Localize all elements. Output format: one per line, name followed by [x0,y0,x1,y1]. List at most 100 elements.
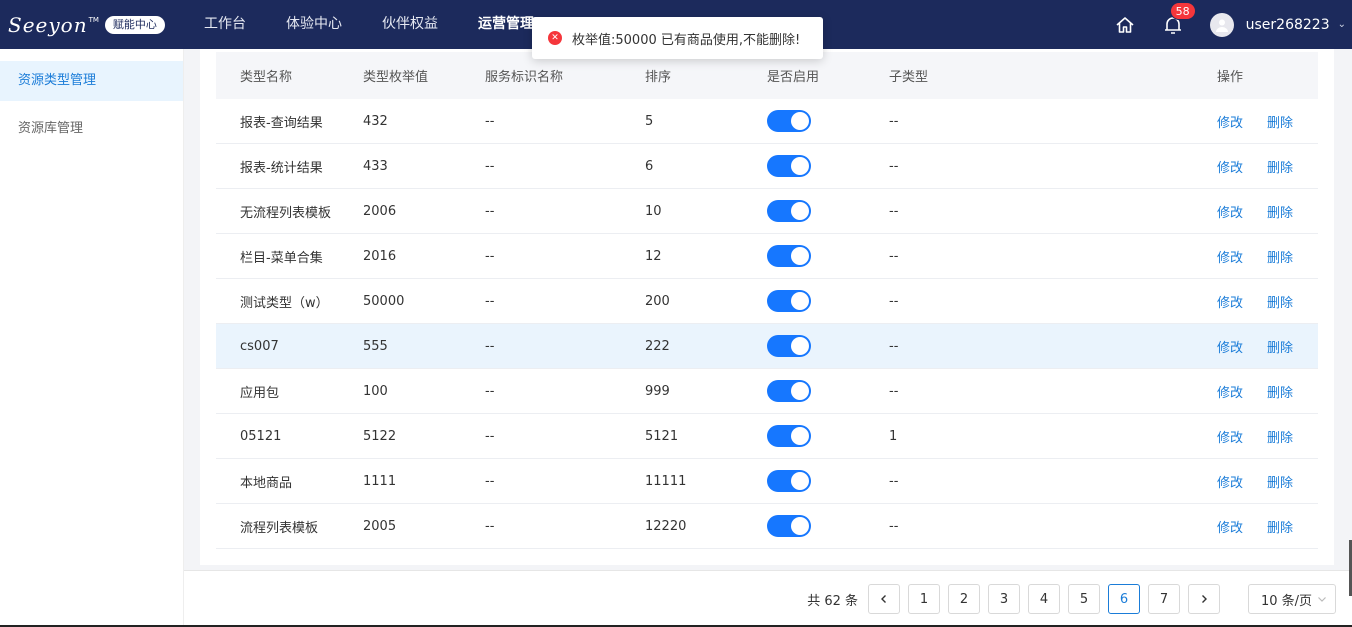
cell-actions: 修改 删除 [1217,472,1317,491]
total-count: 共 62 条 [807,593,858,609]
cell-type-name: 栏目-菜单合集 [240,250,323,266]
enabled-toggle[interactable] [767,515,811,537]
cell-enabled [767,515,889,537]
nav-item-partner[interactable]: 伙伴权益 [382,0,438,49]
page-button-4[interactable]: 4 [1028,584,1060,614]
cell-actions: 修改 删除 [1217,157,1317,176]
edit-link[interactable]: 修改 [1217,517,1243,536]
cell-type-enum: 5122 [363,428,397,444]
cell-type-name: 报表-统计结果 [240,160,323,176]
logo-tm: TM [88,15,99,24]
page-button-2[interactable]: 2 [948,584,980,614]
enabled-toggle[interactable] [767,470,811,492]
delete-link[interactable]: 删除 [1267,292,1293,311]
cell-subtype: -- [889,293,899,309]
logo-text: Seeyon [8,12,88,37]
table-row: 栏目-菜单合集 2016 -- 12 -- 修改 删除 [216,234,1318,279]
cell-type-name: 报表-查询结果 [240,115,323,131]
page-button-6[interactable]: 6 [1108,584,1140,614]
enabled-toggle[interactable] [767,425,811,447]
edit-link[interactable]: 修改 [1217,202,1243,221]
delete-link[interactable]: 删除 [1267,472,1293,491]
delete-link[interactable]: 删除 [1267,382,1293,401]
edit-link[interactable]: 修改 [1217,247,1243,266]
cell-actions: 修改 删除 [1217,292,1317,311]
enabled-toggle[interactable] [767,290,811,312]
page-size-select[interactable]: 10 条/页 [1248,584,1336,614]
error-toast: ✕ 枚举值:50000 已有商品使用,不能删除! [532,17,823,59]
username[interactable]: user268223 [1246,17,1330,33]
bell-icon[interactable]: 58 [1162,1,1196,36]
enabled-toggle[interactable] [767,335,811,357]
next-page-button[interactable] [1188,584,1220,614]
cell-subtype: 1 [889,428,898,444]
cell-enabled [767,245,889,267]
cell-service-name: -- [485,383,495,399]
header-enabled: 是否启用 [767,70,820,85]
table-row: 报表-统计结果 433 -- 6 -- 修改 删除 [216,144,1318,189]
cell-actions: 修改 删除 [1217,112,1317,131]
cell-enabled [767,155,889,177]
header-actions: 操作 [1217,70,1244,85]
sidebar-item-resource-library[interactable]: 资源库管理 [0,109,183,149]
cell-subtype: -- [889,113,899,129]
cell-subtype: -- [889,158,899,174]
cell-service-name: -- [485,518,495,534]
delete-link[interactable]: 删除 [1267,247,1293,266]
header-right: 58 user268223 ⌄ [1114,0,1352,49]
edit-link[interactable]: 修改 [1217,337,1243,356]
cell-subtype: -- [889,338,899,354]
cell-enabled [767,380,889,402]
cell-service-name: -- [485,293,495,309]
delete-link[interactable]: 删除 [1267,157,1293,176]
page-button-5[interactable]: 5 [1068,584,1100,614]
edit-link[interactable]: 修改 [1217,112,1243,131]
enabled-toggle[interactable] [767,155,811,177]
logo[interactable]: Seeyon TM 赋能中心 [8,13,188,37]
edit-link[interactable]: 修改 [1217,292,1243,311]
cell-enabled [767,425,889,447]
prev-page-button[interactable] [868,584,900,614]
page-button-7[interactable]: 7 [1148,584,1180,614]
cell-order: 999 [645,383,670,399]
edit-link[interactable]: 修改 [1217,157,1243,176]
table-row: 本地商品 1111 -- 11111 -- 修改 删除 [216,459,1318,504]
edit-link[interactable]: 修改 [1217,472,1243,491]
enabled-toggle[interactable] [767,380,811,402]
nav-item-operations[interactable]: 运营管理 [478,0,534,49]
cell-subtype: -- [889,248,899,264]
cell-type-enum: 555 [363,338,388,354]
page-button-1[interactable]: 1 [908,584,940,614]
delete-link[interactable]: 删除 [1267,337,1293,356]
cell-type-enum: 2005 [363,518,397,534]
avatar[interactable] [1209,12,1234,37]
home-icon[interactable] [1114,14,1136,36]
page-button-3[interactable]: 3 [988,584,1020,614]
cell-service-name: -- [485,428,495,444]
cell-type-enum: 2016 [363,248,397,264]
cell-type-name: 测试类型（w） [240,295,329,311]
cell-subtype: -- [889,473,899,489]
cell-service-name: -- [485,338,495,354]
toast-message: 枚举值:50000 已有商品使用,不能删除! [572,32,801,48]
delete-link[interactable]: 删除 [1267,202,1293,221]
cell-type-enum: 433 [363,158,388,174]
enabled-toggle[interactable] [767,245,811,267]
cell-type-enum: 50000 [363,293,405,309]
edit-link[interactable]: 修改 [1217,427,1243,446]
sidebar-item-resource-type[interactable]: 资源类型管理 [0,61,183,101]
edit-link[interactable]: 修改 [1217,382,1243,401]
cell-type-name: 无流程列表模板 [240,205,332,221]
cell-order: 12 [645,248,662,264]
header-type-enum: 类型枚举值 [363,70,429,85]
nav-item-experience[interactable]: 体验中心 [286,0,342,49]
chevron-down-icon[interactable]: ⌄ [1338,19,1346,30]
nav-item-workbench[interactable]: 工作台 [204,0,246,49]
delete-link[interactable]: 删除 [1267,427,1293,446]
enabled-toggle[interactable] [767,200,811,222]
delete-link[interactable]: 删除 [1267,517,1293,536]
cell-service-name: -- [485,113,495,129]
enabled-toggle[interactable] [767,110,811,132]
delete-link[interactable]: 删除 [1267,112,1293,131]
cell-type-enum: 432 [363,113,388,129]
